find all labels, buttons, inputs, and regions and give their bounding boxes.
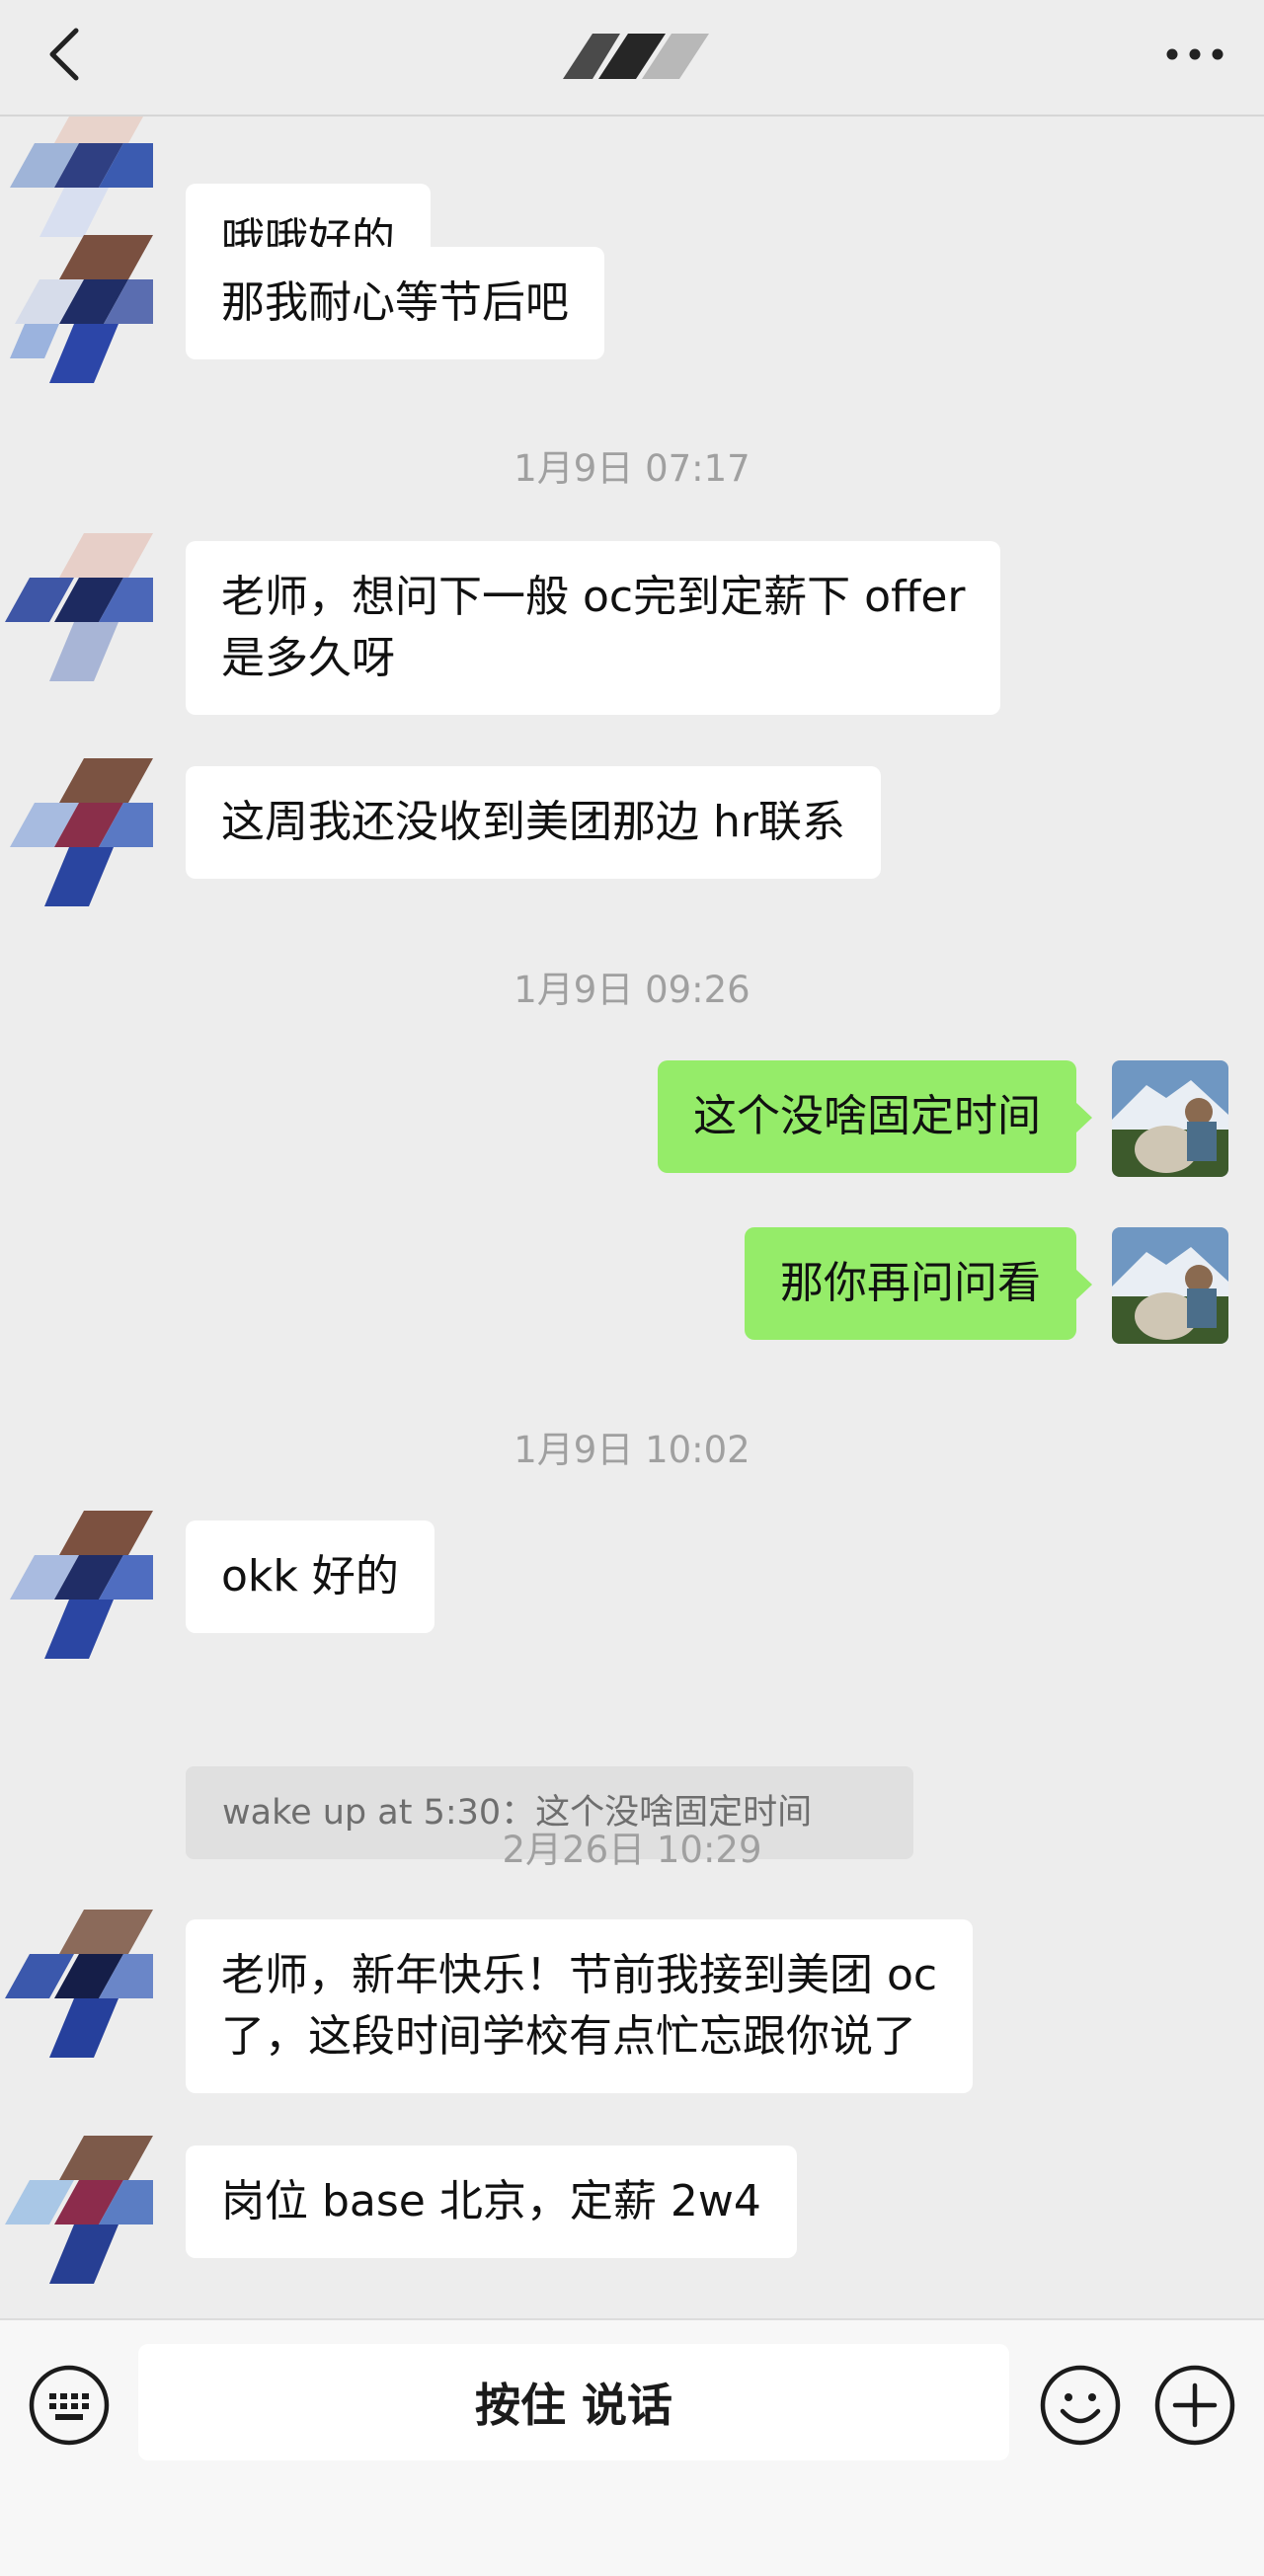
hold-to-talk-button[interactable]: 按住 说话 [138,2344,1009,2460]
more-button[interactable] [1155,20,1234,89]
message-bubble[interactable]: 这周我还没收到美团那边 hr联系 [186,766,881,879]
avatar-self[interactable] [1112,1060,1228,1177]
chat-header [0,0,1264,117]
avatar[interactable] [0,235,153,388]
avatar[interactable] [0,2136,153,2289]
keyboard-icon[interactable] [28,2364,111,2447]
chat-title-avatar-logo [563,34,709,79]
timestamp: 2月26日 10:29 [502,1829,762,1871]
avatar[interactable] [0,758,153,911]
emoji-smile-icon[interactable] [1039,2364,1122,2447]
chevron-left-icon [49,28,79,81]
avatar[interactable] [0,1910,153,2063]
message-bubble[interactable]: 那我耐心等节后吧 [186,247,604,359]
message-bubble[interactable]: 那你再问问看 [745,1227,1092,1340]
message-bubble[interactable]: 老师，想问下一般 oc完到定薪下 offer 是多久呀 [186,541,1001,715]
back-button[interactable] [30,20,99,89]
timestamp: 1月9日 07:17 [514,447,750,490]
plus-circle-icon[interactable] [1153,2364,1236,2447]
input-bar: 按住 说话 [0,2318,1264,2576]
avatar[interactable] [0,1511,153,1664]
avatar-self[interactable] [1112,1227,1228,1344]
chat-screen: 哦哦好的 那我耐心等节后吧 1月9日 07:17 老师，想问下一般 oc完到定薪… [0,0,1264,2576]
message-bubble[interactable]: 老师，新年快乐！节前我接到美团 oc 了，这段时间学校有点忙忘跟你说了 [186,1919,974,2093]
message-list[interactable]: 哦哦好的 那我耐心等节后吧 1月9日 07:17 老师，想问下一般 oc完到定薪… [0,117,1264,2318]
timestamp: 1月9日 10:02 [514,1429,750,1471]
more-dots-icon [1166,48,1224,60]
timestamp: 1月9日 09:26 [514,969,750,1011]
avatar[interactable] [0,117,153,252]
message-bubble[interactable]: 这个没啥固定时间 [658,1060,1092,1173]
message-bubble[interactable]: okk 好的 [186,1521,434,1633]
message-bubble[interactable]: 岗位 base 北京，定薪 2w4 [186,2146,797,2258]
avatar[interactable] [0,533,153,686]
